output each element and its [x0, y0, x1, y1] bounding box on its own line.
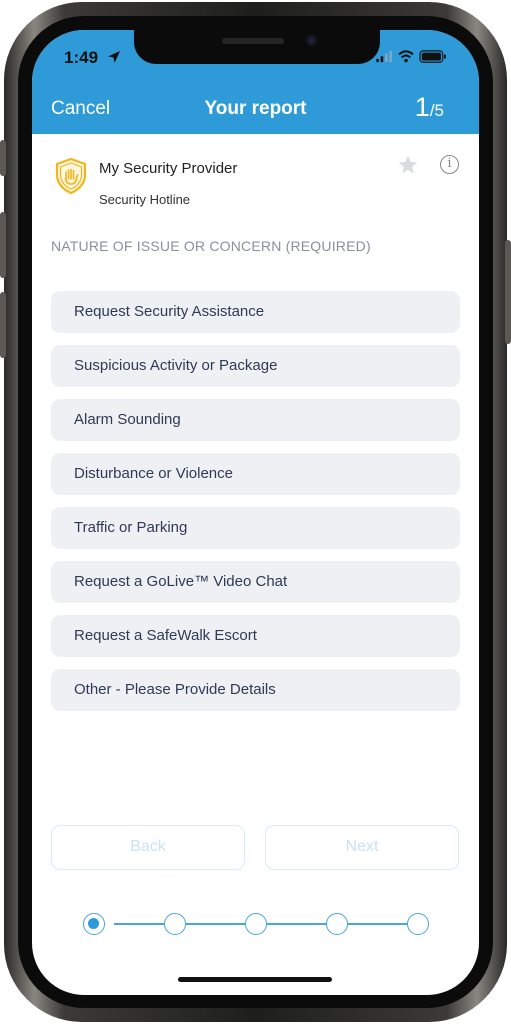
progress-connector	[348, 923, 408, 925]
mute-switch	[0, 140, 6, 176]
front-camera	[306, 35, 317, 46]
back-button[interactable]: Back	[51, 825, 245, 870]
notch	[134, 30, 380, 64]
option-traffic-parking[interactable]: Traffic or Parking	[51, 507, 460, 549]
next-button[interactable]: Next	[265, 825, 459, 870]
progress-step-3	[245, 913, 267, 935]
step-total: /5	[429, 101, 444, 120]
power-button	[505, 240, 511, 344]
progress-step-5	[407, 913, 429, 935]
home-indicator[interactable]	[178, 977, 332, 982]
step-counter: 1/5	[415, 92, 444, 123]
app-screen: 1:49 Cancel Your report 1/5 My Security …	[32, 30, 479, 995]
volume-down-button	[0, 292, 6, 358]
option-safewalk-escort[interactable]: Request a SafeWalk Escort	[51, 615, 460, 657]
option-other[interactable]: Other - Please Provide Details	[51, 669, 460, 711]
progress-connector	[267, 923, 327, 925]
status-icons	[376, 50, 446, 63]
progress-connector	[186, 923, 246, 925]
provider-card: My Security Provider Security Hotline i	[32, 134, 479, 230]
star-icon[interactable]	[397, 154, 419, 176]
speaker-grille	[222, 38, 284, 44]
status-time: 1:49	[64, 48, 99, 67]
option-request-security-assistance[interactable]: Request Security Assistance	[51, 291, 460, 333]
option-alarm-sounding[interactable]: Alarm Sounding	[51, 399, 460, 441]
info-icon[interactable]: i	[440, 155, 459, 174]
step-progress-indicator	[32, 908, 479, 938]
progress-step-2	[164, 913, 186, 935]
progress-step-4	[326, 913, 348, 935]
provider-subtitle: Security Hotline	[99, 192, 191, 207]
progress-step-1	[83, 913, 105, 935]
provider-name: My Security Provider	[99, 160, 238, 177]
step-current: 1	[414, 92, 430, 122]
progress-connector	[114, 923, 164, 925]
page-title: Your report	[204, 98, 307, 119]
volume-up-button	[0, 212, 6, 278]
battery-icon	[419, 50, 446, 63]
location-arrow-icon	[108, 51, 120, 63]
option-golive-video-chat[interactable]: Request a GoLive™ Video Chat	[51, 561, 460, 603]
option-suspicious-activity[interactable]: Suspicious Activity or Package	[51, 345, 460, 387]
shield-hand-icon	[55, 158, 87, 194]
option-disturbance-violence[interactable]: Disturbance or Violence	[51, 453, 460, 495]
header-bar: 1:49 Cancel Your report 1/5	[32, 30, 479, 134]
cellular-signal-icon	[376, 50, 392, 63]
wifi-icon	[398, 50, 414, 63]
section-label: NATURE OF ISSUE OR CONCERN (REQUIRED)	[51, 238, 371, 254]
